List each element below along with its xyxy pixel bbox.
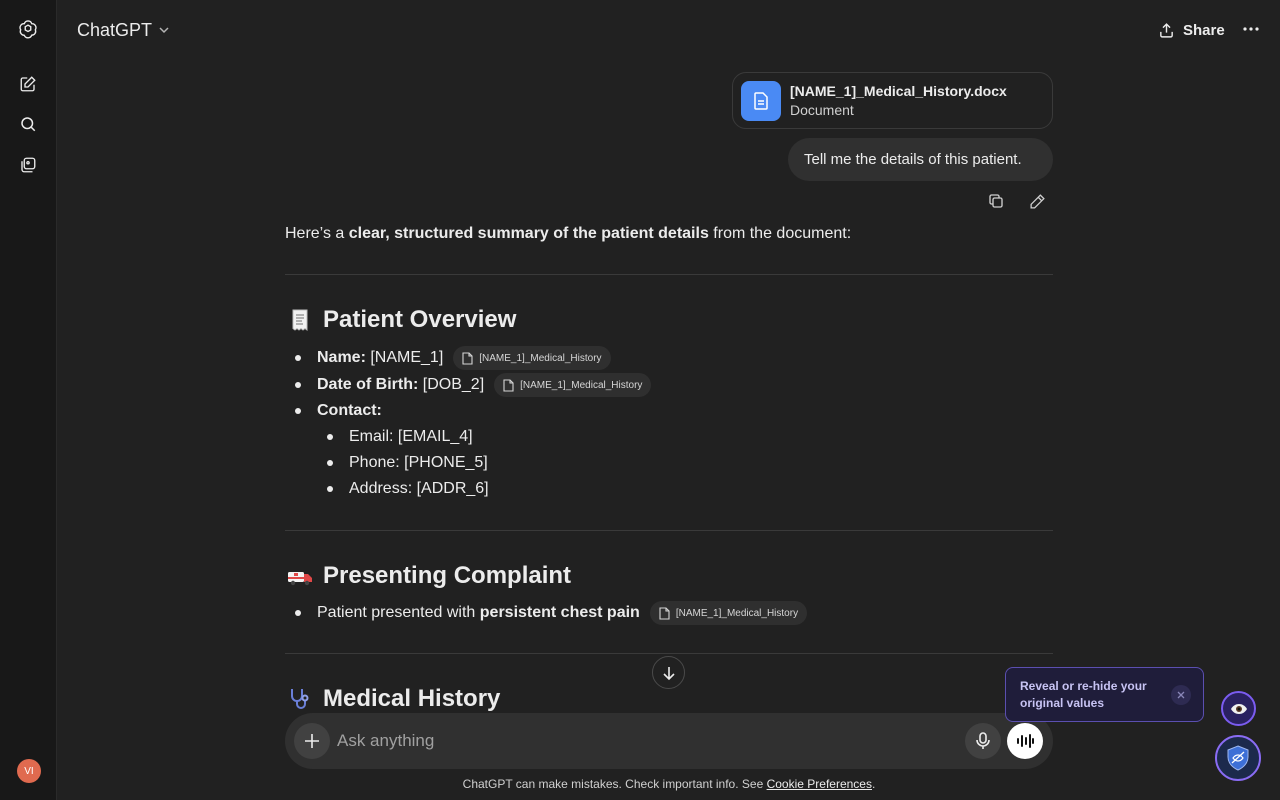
divider [285,530,1053,531]
citation-label: [NAME_1]_Medical_History [479,352,602,364]
disclaimer: ChatGPT can make mistakes. Check importa… [0,777,1280,791]
waveform-icon [1017,734,1034,748]
dob-value: [DOB_2] [418,376,485,393]
close-icon[interactable] [1171,685,1191,705]
disclaimer-end: . [871,777,876,791]
heading-text: Presenting Complaint [323,562,572,589]
attachment-card[interactable]: [NAME_1]_Medical_History.docx Document [732,72,1053,129]
microphone-icon [976,732,990,749]
citation-label: [NAME_1]_Medical_History [675,607,799,619]
divider [285,653,1053,654]
list-item-phone: Phone: [PHONE_5] [349,451,488,475]
reveal-tooltip: Reveal or re-hide your original values [1005,667,1204,722]
share-button[interactable]: Share [1158,18,1225,42]
attachment-file-type: Document [790,102,854,118]
list-item-name: Name: [NAME_1] [NAME_1]_Medical_History [317,346,611,370]
intro-prefix: Here’s a [285,225,349,242]
reveal-values-button[interactable] [1221,691,1256,726]
section-heading-complaint: Presenting Complaint [287,562,571,590]
list-item-complaint: Patient presented with persistent chest … [317,601,808,625]
model-switcher[interactable]: ChatGPT [77,18,170,42]
privacy-shield-button[interactable] [1215,735,1261,781]
intro-bold: clear, structured summary of the patient… [348,225,709,242]
attach-button[interactable] [294,723,330,759]
user-message-text: Tell me the details of this patient. [804,151,1022,168]
share-icon [1158,22,1175,39]
prompt-input[interactable] [337,729,897,753]
arrow-down-icon [662,666,675,680]
voice-mode-button[interactable] [1007,723,1043,759]
list-item-dob: Date of Birth: [DOB_2] [NAME_1]_Medical_… [317,373,652,397]
receipt-icon [287,307,313,333]
library-icon[interactable] [14,151,42,179]
bullet [295,382,301,388]
bullet [327,434,333,440]
heading-text: Medical History [323,685,501,712]
eye-icon [1230,703,1247,714]
scroll-to-bottom-button[interactable] [652,656,685,689]
dob-label: Date of Birth: [317,376,419,393]
copy-icon[interactable] [985,190,1007,212]
assistant-intro: Here’s a clear, structured summary of th… [285,225,1053,243]
shield-icon [1227,745,1249,771]
heading-text: Patient Overview [323,306,517,333]
ambulance-icon [287,563,313,589]
user-message-bubble: Tell me the details of this patient. [788,138,1053,181]
citation-chip[interactable]: [NAME_1]_Medical_History [649,601,808,625]
dictate-button[interactable] [965,723,1001,759]
search-icon[interactable] [14,110,42,138]
model-label: ChatGPT [77,19,153,40]
bullet [295,610,301,616]
address-text: Address: [ADDR_6] [349,480,489,497]
cookie-preferences-link[interactable]: Cookie Preferences [767,777,872,791]
section-heading-overview: Patient Overview [287,306,516,334]
citation-chip[interactable]: [NAME_1]_Medical_History [494,373,652,397]
document-icon [741,80,781,121]
sidebar: VI [0,0,57,800]
openai-logo-icon[interactable] [14,15,42,43]
edit-icon[interactable] [1026,190,1048,212]
file-icon [503,378,514,392]
file-icon [462,351,473,365]
name-label: Name: [317,349,366,366]
intro-suffix: from the document: [708,225,852,242]
bullet [327,486,333,492]
complaint-bold: persistent chest pain [479,604,640,621]
composer [285,713,1053,769]
new-chat-icon[interactable] [14,70,42,98]
chevron-down-icon [158,24,170,36]
attachment-file-name: [NAME_1]_Medical_History.docx [790,83,1007,99]
share-label: Share [1183,21,1225,39]
avatar-initials: VI [24,765,34,777]
plus-icon [305,734,319,748]
divider [285,274,1053,275]
contact-label: Contact: [317,402,382,419]
disclaimer-text: ChatGPT can make mistakes. Check importa… [462,777,767,791]
complaint-prefix: Patient presented with [317,604,480,621]
list-item-contact: Contact: [317,399,382,423]
stethoscope-icon [287,686,313,712]
more-options-icon[interactable] [1240,18,1262,40]
section-heading-history: Medical History [287,685,500,713]
bullet [327,460,333,466]
tooltip-line-2: original values [1020,696,1105,710]
bullet [295,355,301,361]
citation-label: [NAME_1]_Medical_History [520,379,643,391]
phone-text: Phone: [PHONE_5] [349,454,488,471]
tooltip-line-1: Reveal or re-hide your [1020,679,1147,693]
email-text: Email: [EMAIL_4] [349,428,473,445]
bullet [295,408,301,414]
citation-chip[interactable]: [NAME_1]_Medical_History [453,346,611,370]
file-icon [659,606,670,620]
list-item-address: Address: [ADDR_6] [349,477,489,501]
list-item-email: Email: [EMAIL_4] [349,425,473,449]
name-value: [NAME_1] [365,349,444,366]
